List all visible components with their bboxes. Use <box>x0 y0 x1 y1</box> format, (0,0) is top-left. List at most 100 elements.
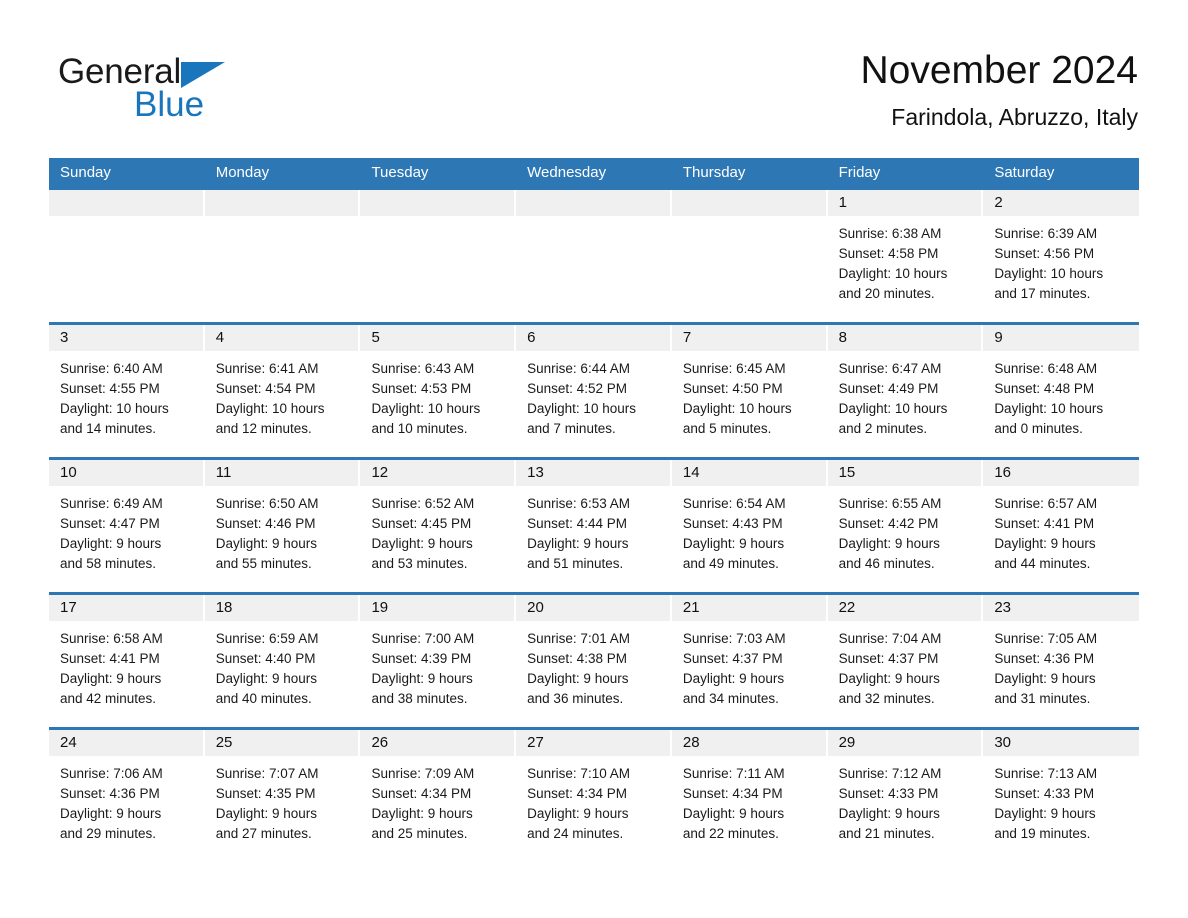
day-cell[interactable]: 3 Sunrise: 6:40 AM Sunset: 4:55 PM Dayli… <box>49 322 205 457</box>
sunrise-text: Sunrise: 6:58 AM <box>60 631 163 646</box>
day-cell[interactable]: 30 Sunrise: 7:13 AM Sunset: 4:33 PM Dayl… <box>983 727 1140 862</box>
day-cell[interactable]: 25 Sunrise: 7:07 AM Sunset: 4:35 PM Dayl… <box>204 727 361 862</box>
day-cell[interactable]: 15 Sunrise: 6:55 AM Sunset: 4:42 PM Dayl… <box>827 457 984 592</box>
sunrise-text: Sunrise: 7:12 AM <box>838 766 942 781</box>
sunrise-text: Sunrise: 6:47 AM <box>838 361 942 376</box>
week-row: 10 Sunrise: 6:49 AM Sunset: 4:47 PM Dayl… <box>49 457 1140 592</box>
daylight-text-line1: Daylight: 9 hours <box>215 536 318 551</box>
sunrise-text: Sunrise: 6:40 AM <box>60 361 163 376</box>
weekday-header-sunday: Sunday <box>60 164 111 181</box>
day-cell[interactable]: 1 Sunrise: 6:38 AM Sunset: 4:58 PM Dayli… <box>827 187 984 322</box>
day-cell[interactable]: 23 Sunrise: 7:05 AM Sunset: 4:36 PM Dayl… <box>983 592 1140 727</box>
day-number: 19 <box>360 595 517 621</box>
daylight-text-line1: Daylight: 9 hours <box>838 806 940 821</box>
page-title: November 2024 <box>860 49 1139 92</box>
day-number <box>49 190 205 216</box>
day-cell[interactable]: 4 Sunrise: 6:41 AM Sunset: 4:54 PM Dayli… <box>204 322 361 457</box>
day-cell[interactable]: 26 Sunrise: 7:09 AM Sunset: 4:34 PM Dayl… <box>360 727 517 862</box>
day-cell[interactable]: 21 Sunrise: 7:03 AM Sunset: 4:37 PM Dayl… <box>671 592 828 727</box>
day-details: Sunrise: 6:54 AM Sunset: 4:43 PM Dayligh… <box>672 486 828 574</box>
day-cell[interactable]: 14 Sunrise: 6:54 AM Sunset: 4:43 PM Dayl… <box>671 457 828 592</box>
day-number: 23 <box>983 595 1140 621</box>
weekday-header-row: Sunday Monday Tuesday Wednesday Thursday… <box>49 158 1139 187</box>
sunrise-text: Sunrise: 6:45 AM <box>682 361 786 376</box>
day-cell[interactable] <box>360 187 517 322</box>
daylight-text-line2: and 53 minutes. <box>371 556 468 571</box>
daylight-text-line1: Daylight: 10 hours <box>838 266 948 281</box>
day-cell[interactable]: 20 Sunrise: 7:01 AM Sunset: 4:38 PM Dayl… <box>516 592 672 727</box>
day-cell[interactable]: 12 Sunrise: 6:52 AM Sunset: 4:45 PM Dayl… <box>360 457 517 592</box>
sunrise-text: Sunrise: 6:48 AM <box>994 361 1098 376</box>
day-number: 29 <box>827 730 984 756</box>
sunrise-text: Sunrise: 7:11 AM <box>682 766 785 781</box>
sunrise-text: Sunrise: 7:13 AM <box>994 766 1098 781</box>
generalblue-logo[interactable]: General Blue <box>58 52 318 130</box>
day-cell[interactable]: 11 Sunrise: 6:50 AM Sunset: 4:46 PM Dayl… <box>204 457 361 592</box>
daylight-text-line2: and 14 minutes. <box>60 421 157 436</box>
day-cell[interactable]: 10 Sunrise: 6:49 AM Sunset: 4:47 PM Dayl… <box>49 457 205 592</box>
daylight-text-line1: Daylight: 9 hours <box>371 806 473 821</box>
day-cell[interactable]: 24 Sunrise: 7:06 AM Sunset: 4:36 PM Dayl… <box>49 727 205 862</box>
sunset-text: Sunset: 4:56 PM <box>994 246 1095 261</box>
daylight-text-line2: and 46 minutes. <box>838 556 935 571</box>
day-number: 14 <box>671 460 828 486</box>
sunset-text: Sunset: 4:37 PM <box>682 651 783 666</box>
day-details: Sunrise: 6:43 AM Sunset: 4:53 PM Dayligh… <box>360 351 516 439</box>
day-cell[interactable]: 16 Sunrise: 6:57 AM Sunset: 4:41 PM Dayl… <box>983 457 1140 592</box>
day-cell[interactable]: 29 Sunrise: 7:12 AM Sunset: 4:33 PM Dayl… <box>827 727 984 862</box>
daylight-text-line1: Daylight: 9 hours <box>838 536 940 551</box>
daylight-text-line2: and 7 minutes. <box>527 421 616 436</box>
day-cell[interactable]: 13 Sunrise: 6:53 AM Sunset: 4:44 PM Dayl… <box>516 457 672 592</box>
daylight-text-line2: and 29 minutes. <box>60 826 157 841</box>
day-cell[interactable]: 9 Sunrise: 6:48 AM Sunset: 4:48 PM Dayli… <box>983 322 1140 457</box>
sunrise-text: Sunrise: 6:57 AM <box>994 496 1098 511</box>
day-cell[interactable]: 27 Sunrise: 7:10 AM Sunset: 4:34 PM Dayl… <box>516 727 672 862</box>
day-number: 1 <box>827 190 984 216</box>
day-number: 8 <box>827 325 984 351</box>
daylight-text-line2: and 40 minutes. <box>215 691 312 706</box>
day-cell[interactable]: 22 Sunrise: 7:04 AM Sunset: 4:37 PM Dayl… <box>827 592 984 727</box>
daylight-text-line1: Daylight: 10 hours <box>838 401 948 416</box>
day-cell[interactable]: 6 Sunrise: 6:44 AM Sunset: 4:52 PM Dayli… <box>516 322 672 457</box>
weekday-header-wednesday: Wednesday <box>527 164 607 181</box>
sunset-text: Sunset: 4:37 PM <box>838 651 939 666</box>
daylight-text-line2: and 31 minutes. <box>994 691 1091 706</box>
sunrise-text: Sunrise: 7:05 AM <box>994 631 1098 646</box>
sunrise-text: Sunrise: 6:38 AM <box>838 226 942 241</box>
sunrise-text: Sunrise: 6:49 AM <box>60 496 163 511</box>
day-cell[interactable]: 8 Sunrise: 6:47 AM Sunset: 4:49 PM Dayli… <box>827 322 984 457</box>
day-cell[interactable] <box>49 187 205 322</box>
sunset-text: Sunset: 4:54 PM <box>215 381 316 396</box>
sunrise-text: Sunrise: 7:07 AM <box>215 766 319 781</box>
day-number <box>671 190 828 216</box>
sunset-text: Sunset: 4:33 PM <box>838 786 939 801</box>
day-details: Sunrise: 6:55 AM Sunset: 4:42 PM Dayligh… <box>828 486 984 574</box>
day-cell[interactable]: 5 Sunrise: 6:43 AM Sunset: 4:53 PM Dayli… <box>360 322 517 457</box>
day-cell[interactable]: 7 Sunrise: 6:45 AM Sunset: 4:50 PM Dayli… <box>671 322 828 457</box>
day-cell[interactable] <box>671 187 828 322</box>
day-cell[interactable]: 17 Sunrise: 6:58 AM Sunset: 4:41 PM Dayl… <box>49 592 205 727</box>
day-number: 13 <box>516 460 672 486</box>
day-cell[interactable] <box>204 187 361 322</box>
day-number: 4 <box>204 325 361 351</box>
day-details: Sunrise: 7:07 AM Sunset: 4:35 PM Dayligh… <box>205 756 361 844</box>
daylight-text-line1: Daylight: 10 hours <box>60 401 169 416</box>
page-subtitle-location: Farindola, Abruzzo, Italy <box>891 104 1138 130</box>
daylight-text-line2: and 36 minutes. <box>527 691 624 706</box>
daylight-text-line2: and 22 minutes. <box>682 826 779 841</box>
day-cell[interactable]: 19 Sunrise: 7:00 AM Sunset: 4:39 PM Dayl… <box>360 592 517 727</box>
day-details: Sunrise: 7:06 AM Sunset: 4:36 PM Dayligh… <box>49 756 205 844</box>
day-cell[interactable]: 2 Sunrise: 6:39 AM Sunset: 4:56 PM Dayli… <box>983 187 1140 322</box>
daylight-text-line1: Daylight: 9 hours <box>682 671 785 686</box>
day-cell[interactable] <box>516 187 672 322</box>
day-cell[interactable]: 28 Sunrise: 7:11 AM Sunset: 4:34 PM Dayl… <box>671 727 828 862</box>
sunset-text: Sunset: 4:49 PM <box>838 381 939 396</box>
day-number: 7 <box>671 325 828 351</box>
day-details: Sunrise: 6:53 AM Sunset: 4:44 PM Dayligh… <box>516 486 672 574</box>
daylight-text-line2: and 49 minutes. <box>682 556 779 571</box>
daylight-text-line1: Daylight: 10 hours <box>527 401 636 416</box>
daylight-text-line2: and 17 minutes. <box>994 286 1091 301</box>
day-cell[interactable]: 18 Sunrise: 6:59 AM Sunset: 4:40 PM Dayl… <box>204 592 361 727</box>
daylight-text-line1: Daylight: 9 hours <box>371 671 473 686</box>
sunrise-text: Sunrise: 6:44 AM <box>527 361 630 376</box>
